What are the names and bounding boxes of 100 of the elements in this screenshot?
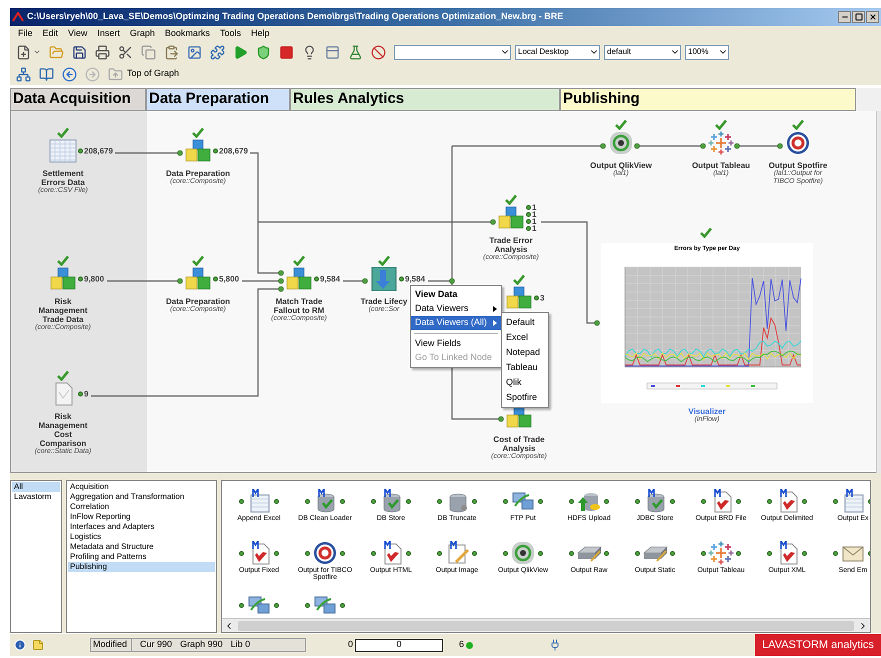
scissors-icon[interactable] <box>118 44 133 60</box>
back-icon[interactable] <box>62 66 77 82</box>
port-icon[interactable] <box>274 602 279 608</box>
port-icon[interactable] <box>213 276 218 282</box>
port-icon[interactable] <box>635 498 640 504</box>
port-icon[interactable] <box>777 143 783 149</box>
port-icon[interactable] <box>833 550 838 556</box>
lightbulb-icon[interactable] <box>302 44 317 60</box>
list-item[interactable]: Aggregation and Transformation <box>68 492 215 502</box>
paste-icon[interactable] <box>164 44 179 60</box>
port-icon[interactable] <box>340 550 345 556</box>
port-icon[interactable] <box>700 143 706 149</box>
port-icon[interactable] <box>767 550 772 556</box>
port-icon[interactable] <box>274 498 279 504</box>
menu-item[interactable]: Bookmarks <box>164 26 210 40</box>
port-icon[interactable] <box>634 143 640 149</box>
port-icon[interactable] <box>305 550 310 556</box>
maximize-button[interactable] <box>852 11 865 23</box>
port-icon[interactable] <box>362 278 368 284</box>
menu-item[interactable]: View <box>68 26 88 40</box>
port-icon[interactable] <box>449 278 455 284</box>
port-icon[interactable] <box>538 498 543 504</box>
port-icon[interactable] <box>239 602 244 608</box>
menu-item[interactable]: View Data <box>411 288 501 302</box>
new-file-icon[interactable] <box>16 44 31 60</box>
port-icon[interactable] <box>490 219 496 225</box>
horizontal-scrollbar[interactable] <box>222 618 870 632</box>
cancel-icon[interactable] <box>371 44 386 60</box>
port-icon[interactable] <box>340 602 345 608</box>
port-icon[interactable] <box>538 550 543 556</box>
port-icon[interactable] <box>239 498 244 504</box>
port-icon[interactable] <box>802 498 807 504</box>
port-icon[interactable] <box>670 498 675 504</box>
menu-item[interactable]: Data Viewers (All) <box>411 316 501 330</box>
menu-item[interactable]: Insert <box>97 26 120 40</box>
port-icon[interactable] <box>399 276 404 282</box>
port-icon[interactable] <box>701 498 706 504</box>
port-icon[interactable] <box>802 550 807 556</box>
list-item[interactable]: Logistics <box>68 532 215 542</box>
play-icon[interactable] <box>233 44 248 60</box>
port-icon[interactable] <box>635 550 640 556</box>
minimize-button[interactable] <box>838 11 851 23</box>
dropdown[interactable] <box>394 44 511 60</box>
dropdown[interactable]: 100% <box>685 44 729 60</box>
menu-item[interactable]: Spotfire <box>502 390 548 405</box>
list-item[interactable]: Lavastorm <box>12 492 60 502</box>
port-icon[interactable] <box>437 498 442 504</box>
menu-item[interactable]: Default <box>502 315 548 330</box>
caret-icon[interactable] <box>33 48 41 56</box>
port-icon[interactable] <box>305 602 310 608</box>
menu-item[interactable]: View Fields <box>411 337 501 351</box>
port-icon[interactable] <box>406 498 411 504</box>
port-icon[interactable] <box>472 498 477 504</box>
stop-icon[interactable] <box>279 44 294 60</box>
list-item[interactable]: Correlation <box>68 502 215 512</box>
port-icon[interactable] <box>239 550 244 556</box>
port-icon[interactable] <box>534 296 539 300</box>
list-item[interactable]: All <box>12 482 60 492</box>
port-icon[interactable] <box>78 276 83 282</box>
menu-item[interactable]: Edit <box>42 26 58 40</box>
book-icon[interactable] <box>39 66 54 82</box>
connection-icon[interactable] <box>549 639 562 651</box>
port-icon[interactable] <box>406 550 411 556</box>
port-icon[interactable] <box>604 550 609 556</box>
dropdown[interactable]: Local Desktop <box>515 44 600 60</box>
port-icon[interactable] <box>594 320 600 326</box>
menu-item[interactable]: Excel <box>502 330 548 345</box>
port-icon[interactable] <box>340 498 345 504</box>
picture-icon[interactable] <box>187 44 202 60</box>
port-icon[interactable] <box>736 498 741 504</box>
menu-item[interactable]: Help <box>250 26 270 40</box>
port-icon[interactable] <box>314 276 319 282</box>
port-icon[interactable] <box>503 550 508 556</box>
port-icon[interactable] <box>177 150 183 156</box>
port-icon[interactable] <box>569 550 574 556</box>
list-item[interactable]: Profiling and Patterns <box>68 552 215 562</box>
scrollbar[interactable] <box>876 111 881 473</box>
save-icon[interactable] <box>72 44 87 60</box>
port-icon[interactable] <box>736 550 741 556</box>
port-icon[interactable] <box>734 143 740 149</box>
scroll-thumb[interactable] <box>238 620 854 630</box>
top-of-graph-button[interactable]: Top of Graph <box>108 66 180 82</box>
port-icon[interactable] <box>670 550 675 556</box>
port-icon[interactable] <box>604 498 609 504</box>
port-icon[interactable] <box>78 392 83 396</box>
port-icon[interactable] <box>213 148 218 154</box>
port-icon[interactable] <box>833 498 838 504</box>
menu-item[interactable]: Graph <box>130 26 155 40</box>
port-icon[interactable] <box>472 550 477 556</box>
menu-item[interactable]: Notepad <box>502 345 548 360</box>
port-icon[interactable] <box>701 550 706 556</box>
port-icon[interactable] <box>371 498 376 504</box>
panel-icon[interactable] <box>325 44 340 60</box>
list-item[interactable]: Acquisition <box>68 482 215 492</box>
list-item[interactable]: Metadata and Structure <box>68 542 215 552</box>
dropdown[interactable]: default <box>604 44 681 60</box>
printer-icon[interactable] <box>95 44 110 60</box>
menu-item[interactable]: Tableau <box>502 360 548 375</box>
port-icon[interactable] <box>767 498 772 504</box>
list-item[interactable]: InFlow Reporting <box>68 512 215 522</box>
